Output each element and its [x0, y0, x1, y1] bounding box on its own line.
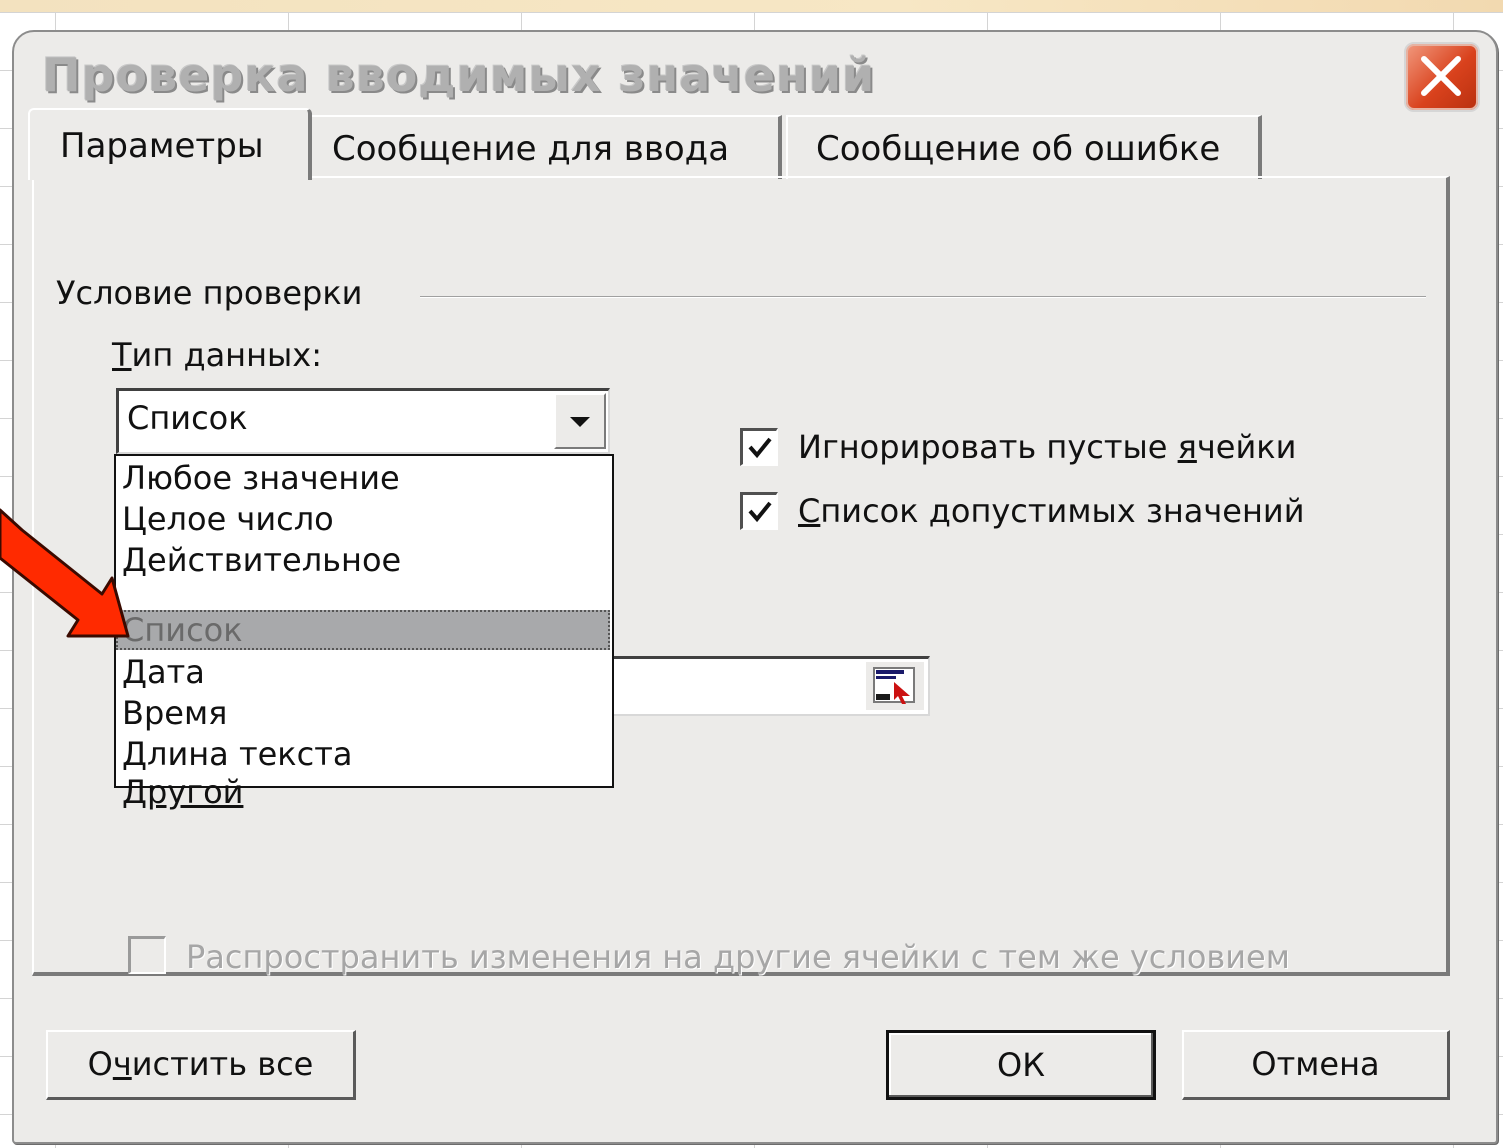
annotation-arrow-icon [0, 508, 130, 638]
annotation-arrow [0, 508, 130, 638]
